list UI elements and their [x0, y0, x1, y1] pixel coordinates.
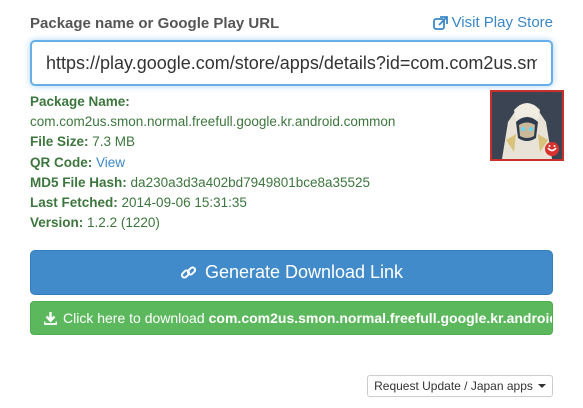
- version-label: Version:: [30, 215, 84, 231]
- md5-value: da230a3d3a402bd7949801bce8a35525: [130, 174, 371, 190]
- download-package-name: com.com2us.smon.normal.freefull.google.k…: [208, 310, 553, 326]
- request-update-label: Request Update / Japan apps: [374, 379, 533, 393]
- caret-down-icon: [537, 384, 546, 388]
- url-form-header: Package name or Google Play URL Visit Pl…: [30, 14, 553, 36]
- external-link-icon: [432, 15, 448, 30]
- file-size-label: File Size:: [30, 134, 89, 150]
- visit-play-store-label: Visit Play Store: [451, 14, 553, 31]
- last-fetched-label: Last Fetched:: [30, 195, 118, 211]
- generate-download-link-button[interactable]: Generate Download Link: [30, 250, 553, 295]
- app-icon: [490, 90, 564, 161]
- version-value: 1.2.2 (1220): [87, 215, 160, 231]
- download-prefix: Click here to download: [63, 310, 205, 326]
- package-details: Package Name: com.com2us.smon.normal.fre…: [30, 92, 480, 233]
- request-update-dropdown[interactable]: Request Update / Japan apps: [367, 375, 553, 397]
- qr-code-label: QR Code:: [30, 154, 93, 170]
- md5-label: MD5 File Hash:: [30, 174, 127, 190]
- url-field-label: Package name or Google Play URL: [30, 15, 280, 32]
- download-icon: [44, 311, 57, 325]
- link-icon: [180, 266, 196, 279]
- package-url-input[interactable]: [30, 40, 553, 86]
- qr-code-view-link[interactable]: View: [96, 155, 125, 170]
- package-name-label: Package Name:: [30, 94, 130, 109]
- package-name-value: com.com2us.smon.normal.freefull.google.k…: [30, 114, 396, 130]
- download-apk-button[interactable]: Click here to download com.com2us.smon.n…: [30, 301, 553, 335]
- visit-play-store-link[interactable]: Visit Play Store: [432, 14, 553, 31]
- last-fetched-value: 2014-09-06 15:31:35: [121, 195, 247, 211]
- file-size-value: 7.3 MB: [92, 134, 136, 150]
- generate-download-link-label: Generate Download Link: [204, 262, 404, 282]
